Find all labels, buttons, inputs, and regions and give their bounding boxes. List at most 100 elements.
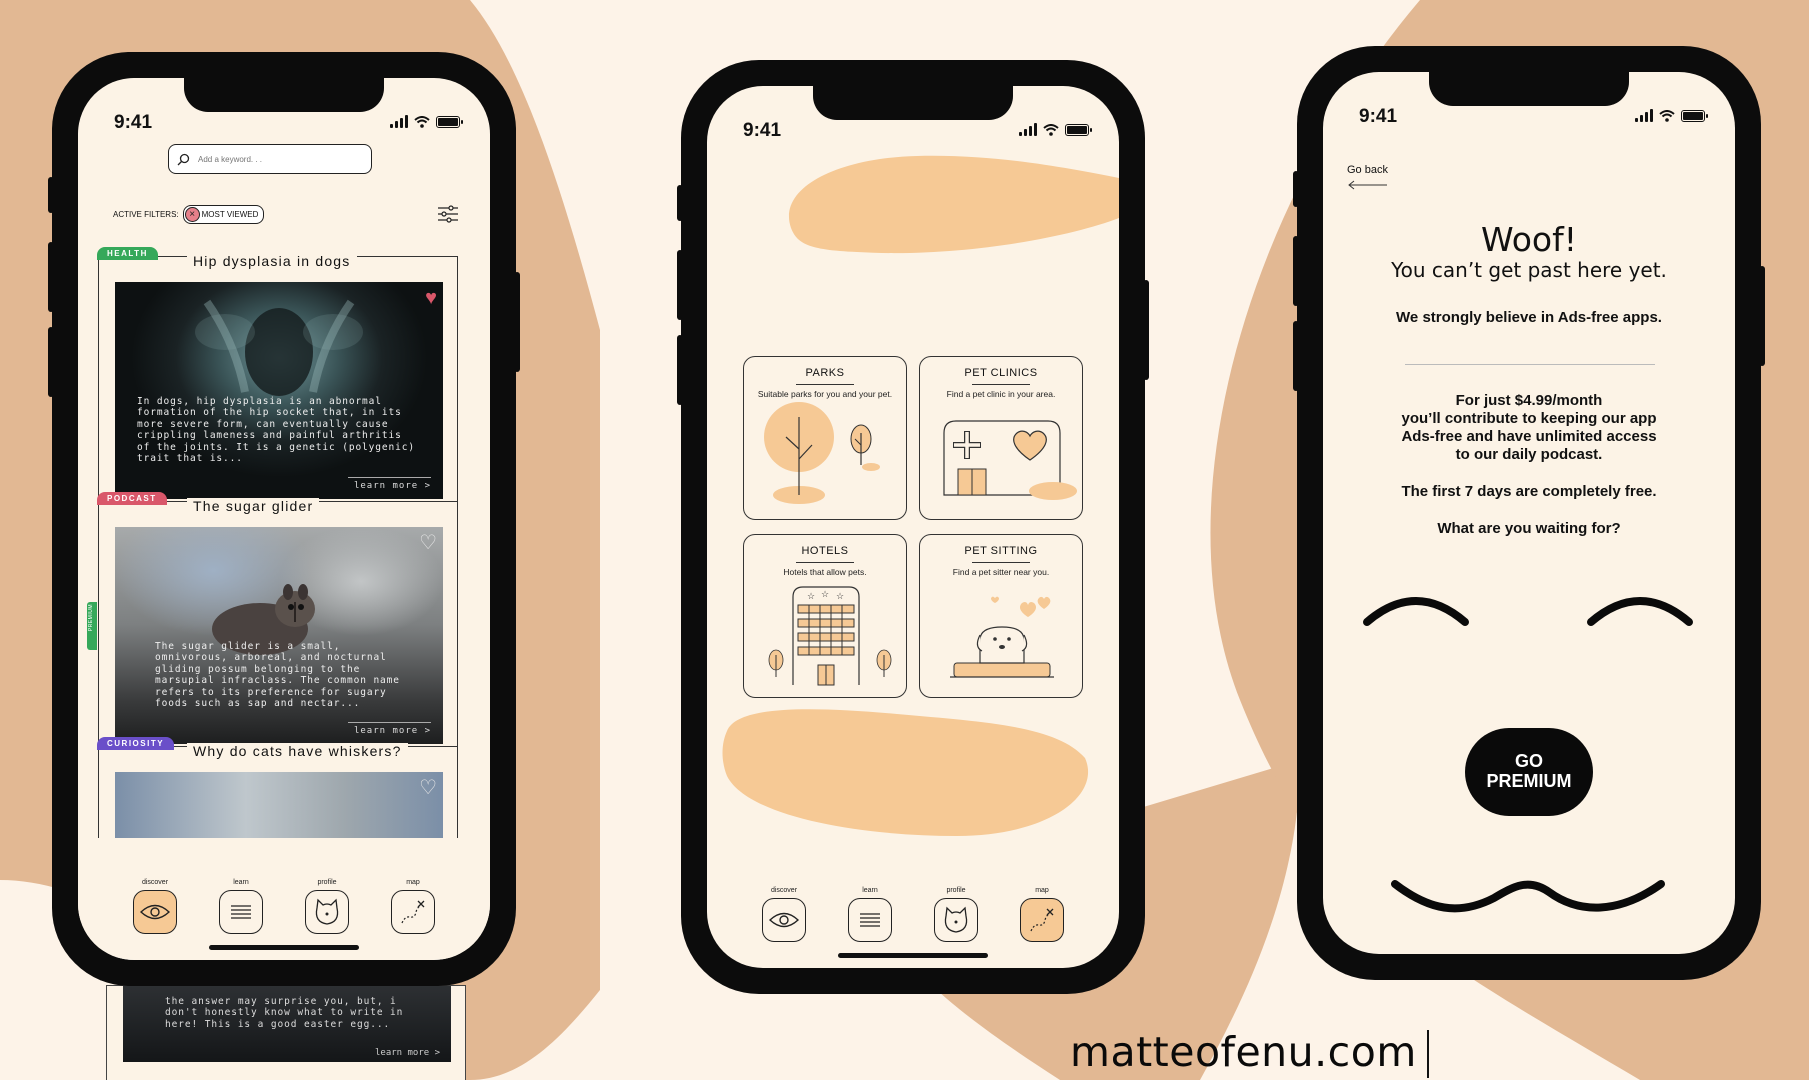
- battery-icon: [1065, 123, 1092, 136]
- discover-button[interactable]: [762, 898, 806, 942]
- premium-side-tag-label: PREMIUM: [88, 604, 94, 632]
- eye-icon: [140, 904, 170, 920]
- reflection-card: the answer may surprise you, but, i don'…: [106, 985, 466, 1080]
- nav-discover[interactable]: discover: [133, 879, 177, 934]
- reflection-text: the answer may surprise you, but, i don'…: [165, 996, 404, 1030]
- go-premium-button[interactable]: GO PREMIUM: [1465, 728, 1593, 816]
- nav-discover-label: discover: [770, 887, 798, 894]
- treasure-map-icon: [1030, 908, 1054, 932]
- closed-eye-left-icon: [1363, 597, 1469, 626]
- search-input[interactable]: [198, 154, 348, 164]
- divider: [1405, 364, 1655, 365]
- nav-learn-label: learn: [233, 879, 249, 886]
- nav-map-label: map: [406, 879, 420, 886]
- cat-face-icon: [944, 906, 968, 933]
- favorite-heart-icon[interactable]: ♡: [419, 533, 437, 553]
- nav-learn[interactable]: learn: [848, 887, 892, 942]
- document-lines-icon: [231, 905, 251, 919]
- learn-more-link[interactable]: learn more >: [347, 477, 432, 491]
- nav-profile[interactable]: profile: [305, 879, 349, 934]
- favorite-heart-icon[interactable]: ♥: [425, 288, 437, 308]
- nav-learn[interactable]: learn: [219, 879, 263, 934]
- card-text: In dogs, hip dysplasia is an abnormal fo…: [137, 395, 416, 465]
- go-back-link[interactable]: Go back: [1347, 164, 1388, 176]
- profile-button[interactable]: [934, 898, 978, 942]
- map-screen: 9:41 PARKS Suitable parks for you and yo…: [707, 86, 1119, 968]
- parks-card[interactable]: PARKS Suitable parks for you and your pe…: [743, 356, 907, 520]
- closed-eye-right-icon: [1587, 597, 1693, 626]
- offer-line-3: Ads-free and have unlimited access: [1401, 428, 1657, 445]
- home-indicator[interactable]: [209, 945, 359, 950]
- cat-face-icon: [315, 898, 339, 925]
- nav-profile-label: profile: [946, 887, 966, 894]
- battery-icon: [1681, 109, 1708, 122]
- go-premium-label-2: PREMIUM: [1486, 771, 1572, 791]
- pet-clinics-card[interactable]: PET CLINICS Find a pet clinic in your ar…: [919, 356, 1083, 520]
- back-arrow-icon[interactable]: [1347, 180, 1387, 190]
- premium-side-tag: PREMIUM: [87, 602, 97, 650]
- glider-shape: [212, 584, 315, 655]
- pet-sitting-card[interactable]: PET SITTING Find a pet sitter near you.: [919, 534, 1083, 698]
- hotel-illustration: ☆ ☆ ☆: [768, 586, 892, 686]
- article-card-sugar-glider[interactable]: PODCAST PREMIUM The sugar glider ♡ The s…: [87, 492, 458, 761]
- bottom-nav: discover learn profile map: [707, 887, 1119, 942]
- filter-chip[interactable]: × MOST VIEWED: [182, 205, 265, 224]
- status-time: 9:41: [1359, 106, 1398, 127]
- card-title: Hip dysplasia in dogs: [187, 253, 357, 269]
- nav-learn-label: learn: [862, 887, 878, 894]
- learn-more-link[interactable]: learn more >: [347, 722, 432, 736]
- card-text: The sugar glider is a small, omnivorous,…: [155, 640, 400, 710]
- status-time: 9:41: [114, 112, 153, 133]
- dog-in-bed-illustration: [950, 596, 1054, 678]
- headline: Woof!: [1481, 220, 1577, 259]
- nav-profile[interactable]: profile: [934, 887, 978, 942]
- nav-discover-label: discover: [141, 879, 169, 886]
- decorative-blob-top: [788, 155, 1119, 254]
- discover-screen: 9:41 ACTIVE FILTERS: × MOST VIEWED HEALT…: [78, 78, 490, 960]
- wifi-icon: [1659, 109, 1675, 122]
- home-indicator[interactable]: [838, 953, 988, 958]
- premium-screen: 9:41 Go back Woof! You can’t get past he…: [1323, 72, 1735, 954]
- discover-button[interactable]: [133, 890, 177, 934]
- phone-map: 9:41 PARKS Suitable parks for you and yo…: [677, 60, 1149, 994]
- notch: [184, 78, 384, 112]
- brand-url[interactable]: matteofenu.com: [1070, 1028, 1417, 1076]
- wifi-icon: [414, 115, 430, 128]
- status-icons: [1635, 109, 1708, 122]
- reflection-learn-more: learn more >: [375, 1048, 441, 1058]
- clinic-illustration: [943, 420, 1077, 500]
- home-indicator[interactable]: [1454, 939, 1604, 944]
- signal-icon: [1635, 109, 1653, 122]
- nav-discover[interactable]: discover: [762, 887, 806, 942]
- hotels-card[interactable]: HOTELS Hotels that allow pets. ☆ ☆ ☆: [743, 534, 907, 698]
- wifi-icon: [1043, 123, 1059, 136]
- profile-button[interactable]: [305, 890, 349, 934]
- sugar-glider-image: ♡ The sugar glider is a small, omnivorou…: [115, 527, 443, 744]
- tree-illustration: [764, 402, 880, 504]
- remove-filter-icon[interactable]: ×: [184, 207, 200, 222]
- active-filters-label: ACTIVE FILTERS:: [113, 210, 179, 219]
- wavy-mouth-icon: [1391, 880, 1665, 913]
- filter-settings-icon[interactable]: [438, 205, 458, 223]
- go-premium-label-1: GO: [1514, 751, 1543, 772]
- map-button[interactable]: [1020, 898, 1064, 942]
- map-button[interactable]: [391, 890, 435, 934]
- document-lines-icon: [860, 913, 880, 927]
- nav-map-label: map: [1035, 887, 1049, 894]
- card-title: Why do cats have whiskers?: [187, 743, 408, 759]
- favorite-heart-icon[interactable]: ♡: [419, 778, 437, 798]
- learn-button[interactable]: [848, 898, 892, 942]
- decorative-blob-bottom: [722, 709, 1089, 836]
- status-icons: [1019, 123, 1092, 136]
- treasure-map-icon: [401, 900, 425, 924]
- learn-button[interactable]: [219, 890, 263, 934]
- svg-text:☆: ☆: [807, 591, 815, 601]
- search-icon: [177, 153, 190, 165]
- nav-map[interactable]: map: [1020, 887, 1064, 942]
- search-bar[interactable]: [168, 144, 372, 174]
- offer-line-1: For just $4.99/month: [1455, 392, 1603, 409]
- subheadline: You can’t get past here yet.: [1391, 258, 1667, 282]
- article-card-hip-dysplasia[interactable]: HEALTH Hip dysplasia in dogs ♥ In dogs, …: [97, 247, 458, 516]
- notch: [1429, 72, 1629, 106]
- nav-map[interactable]: map: [391, 879, 435, 934]
